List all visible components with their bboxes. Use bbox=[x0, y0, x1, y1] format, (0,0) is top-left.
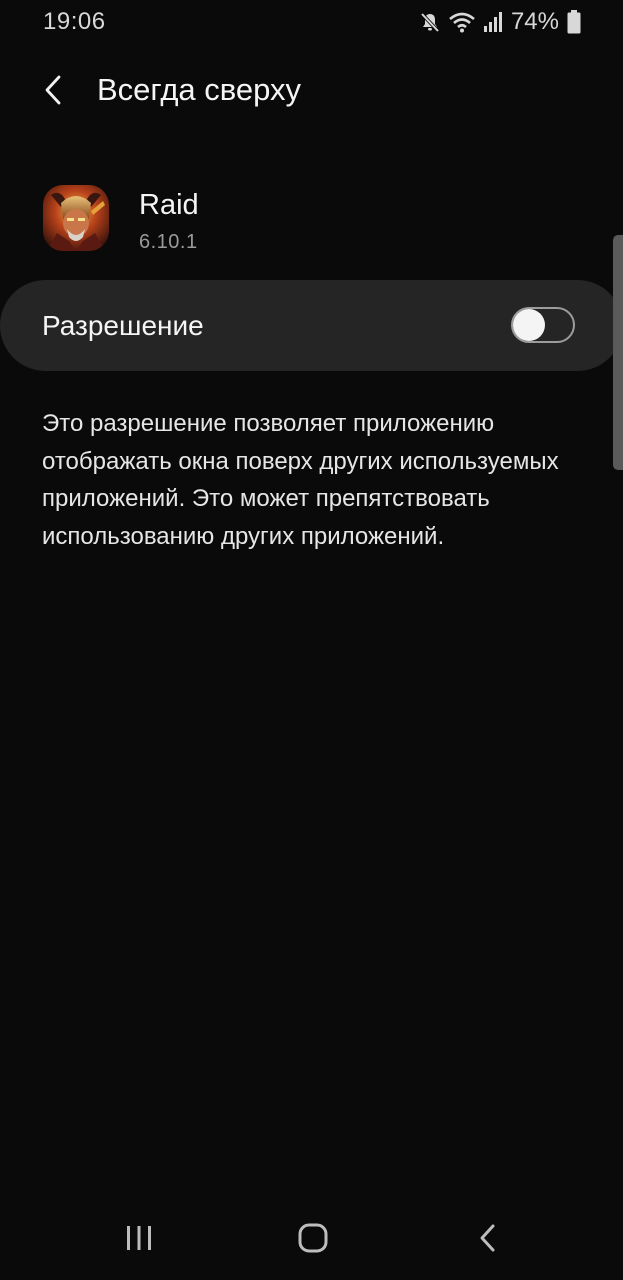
signal-icon bbox=[483, 11, 503, 33]
app-bar: Всегда сверху bbox=[0, 60, 623, 124]
battery-percent: 74% bbox=[510, 8, 559, 35]
back-button[interactable] bbox=[30, 70, 78, 114]
scrollbar-thumb[interactable] bbox=[613, 235, 623, 470]
page-title: Всегда сверху bbox=[97, 72, 302, 107]
app-info: Raid 6.10.1 bbox=[43, 185, 583, 255]
back-icon bbox=[478, 1223, 498, 1258]
home-icon bbox=[298, 1223, 328, 1258]
raid-app-icon bbox=[43, 185, 109, 251]
permission-description: Это разрешение позволяет приложению отоб… bbox=[42, 410, 559, 550]
permission-label: Разрешение bbox=[42, 310, 204, 341]
mute-icon bbox=[419, 11, 441, 33]
app-name: Raid bbox=[139, 189, 199, 221]
navigation-bar bbox=[0, 1200, 623, 1280]
home-button[interactable] bbox=[285, 1220, 341, 1260]
recents-icon bbox=[125, 1225, 153, 1256]
status-bar: 19:06 74% bbox=[0, 0, 623, 44]
wifi-icon bbox=[449, 11, 475, 33]
battery-icon bbox=[567, 10, 581, 34]
nav-back-button[interactable] bbox=[460, 1220, 516, 1260]
app-version: 6.10.1 bbox=[139, 231, 198, 253]
permission-toggle[interactable] bbox=[511, 307, 575, 343]
status-icons: 74% bbox=[419, 8, 581, 36]
recents-button[interactable] bbox=[111, 1220, 167, 1260]
back-arrow-icon bbox=[42, 75, 66, 110]
toggle-knob bbox=[513, 309, 545, 341]
status-time: 19:06 bbox=[43, 8, 106, 35]
